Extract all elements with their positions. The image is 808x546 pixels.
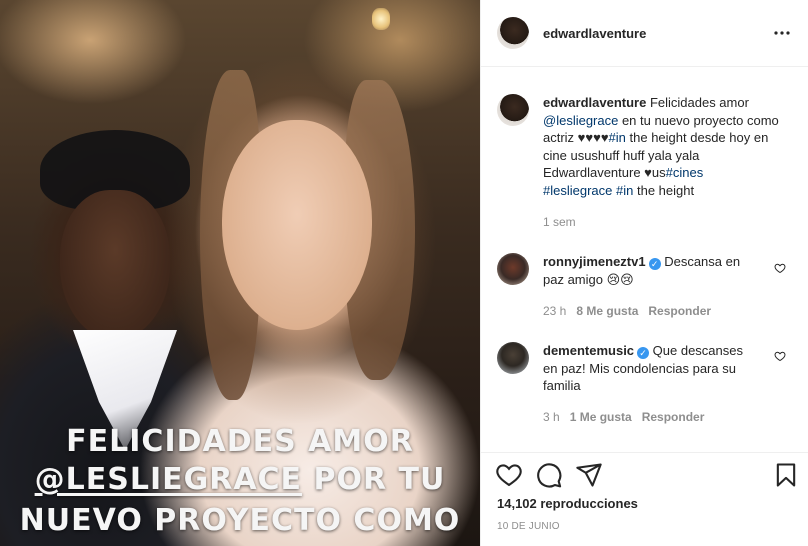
caption-timestamp[interactable]: 1 sem — [543, 215, 576, 229]
caption-hashtag[interactable]: #in — [609, 130, 626, 145]
more-icon[interactable] — [774, 30, 790, 36]
video-frame-detail — [222, 120, 372, 330]
video-caption-line-2: @LESLIEGRACE POR TU — [0, 462, 480, 497]
comment-body: ronnyjimeneztv1 ✓ Descansa en paz amigo 😢… — [543, 253, 756, 288]
verified-badge-icon: ✓ — [648, 258, 661, 270]
caption-hashtag[interactable]: #in — [616, 183, 633, 198]
comment-time[interactable]: 3 h — [543, 410, 560, 424]
header-username[interactable]: edwardlaventure — [543, 26, 646, 41]
comment-item: dementemusic ✓ Que descanses en paz! Mis … — [497, 342, 792, 395]
reply-button[interactable]: Responder — [648, 304, 711, 318]
video-caption-line-3: NUEVO PROYECTO COMO — [19, 503, 461, 538]
video-caption-line-2-rest: POR TU — [302, 462, 446, 497]
video-caption-mention: @LESLIEGRACE — [34, 462, 303, 497]
comment-username[interactable]: dementemusic — [543, 343, 634, 358]
comment-icon[interactable] — [535, 461, 563, 489]
bookmark-icon[interactable] — [772, 461, 800, 489]
comment-meta: 3 h 1 Me gusta Responder — [543, 410, 704, 424]
verified-badge-icon: ✓ — [637, 347, 650, 359]
comments-section[interactable]: edwardlaventure Felicidades amor @leslie… — [481, 67, 808, 452]
caption-text-part: Felicidades amor — [646, 95, 749, 110]
comment-likes[interactable]: 8 Me gusta — [576, 304, 638, 318]
post-date[interactable]: 10 DE JUNIO — [497, 521, 560, 532]
instagram-post: FELICIDADES AMOR @LESLIEGRACE POR TU NUE… — [0, 0, 808, 546]
heart-icon[interactable] — [495, 461, 523, 489]
comment-likes[interactable]: 1 Me gusta — [570, 410, 632, 424]
caption-time: 1 sem — [543, 215, 576, 229]
comment-username[interactable]: ronnyjimeneztv1 — [543, 254, 646, 269]
comment-like-heart-icon[interactable] — [774, 262, 786, 274]
avatar[interactable] — [497, 253, 529, 285]
caption-hashtag[interactable]: #cines — [666, 165, 704, 180]
caption-username[interactable]: edwardlaventure — [543, 95, 646, 110]
caption-text-part: the height — [633, 182, 695, 198]
post-footer: 14,102 reproducciones 10 DE JUNIO — [481, 452, 808, 546]
avatar[interactable] — [497, 94, 529, 126]
post-caption: edwardlaventure Felicidades amor @leslie… — [497, 94, 792, 199]
action-bar — [495, 461, 800, 489]
comment-body: dementemusic ✓ Que descanses en paz! Mis … — [543, 342, 756, 395]
caption-mention[interactable]: @lesliegrace — [543, 113, 618, 128]
reply-button[interactable]: Responder — [642, 410, 705, 424]
post-video[interactable]: FELICIDADES AMOR @LESLIEGRACE POR TU NUE… — [0, 0, 480, 546]
share-icon[interactable] — [575, 461, 603, 489]
comment-item: ronnyjimeneztv1 ✓ Descansa en paz amigo 😢… — [497, 253, 792, 288]
post-side-panel: edwardlaventure edwardlaventure Felicida… — [480, 0, 808, 546]
video-caption-line-1: FELICIDADES AMOR — [66, 424, 414, 459]
video-frame-detail — [60, 190, 170, 340]
view-count[interactable]: 14,102 reproducciones — [497, 496, 638, 511]
video-frame-detail — [372, 8, 390, 30]
avatar[interactable] — [497, 17, 529, 49]
caption-text: edwardlaventure Felicidades amor @leslie… — [543, 94, 792, 199]
avatar[interactable] — [497, 342, 529, 374]
comment-like-heart-icon[interactable] — [774, 350, 786, 362]
comment-time[interactable]: 23 h — [543, 304, 566, 318]
comment-meta: 23 h 8 Me gusta Responder — [543, 304, 711, 318]
caption-hashtag[interactable]: #lesliegrace — [543, 183, 612, 198]
post-header: edwardlaventure — [481, 0, 808, 67]
